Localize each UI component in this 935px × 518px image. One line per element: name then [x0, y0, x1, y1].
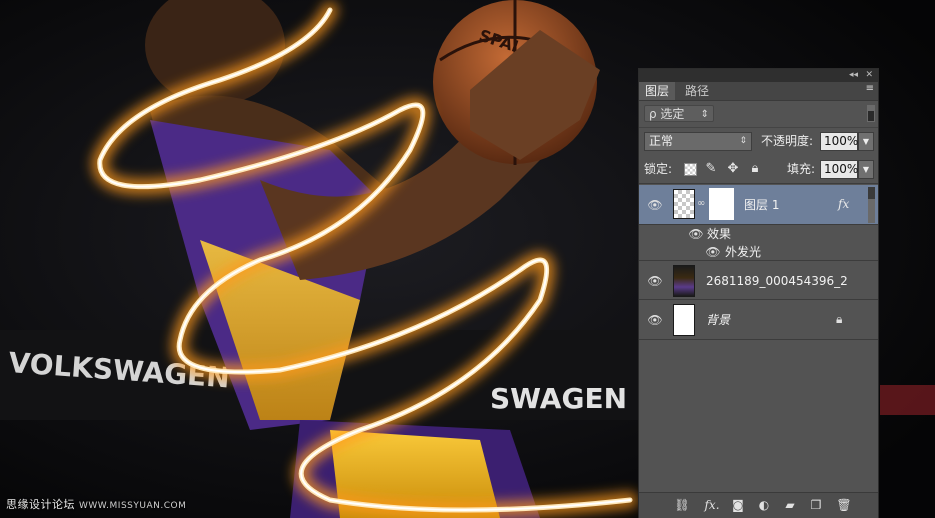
adjustment-icon[interactable]: ◐: [755, 497, 773, 513]
chevron-updown-icon: ⇕: [739, 136, 747, 146]
lock-icon: 🔒︎: [836, 312, 843, 326]
layer-effects-group[interactable]: 👁︎ 效果: [639, 225, 878, 243]
blend-row: 正常 ⇕ 不透明度: 100% ▼: [639, 129, 878, 155]
lock-transparency-icon[interactable]: [684, 163, 697, 176]
watermark-url: WWW.MISSYUAN.COM: [79, 501, 187, 511]
layer-mask-thumbnail[interactable]: [709, 188, 734, 220]
mask-icon[interactable]: ◙: [729, 497, 747, 513]
close-icon[interactable]: ✕: [865, 69, 873, 82]
layer-effect-outer-glow[interactable]: 👁︎ 外发光: [639, 243, 878, 261]
layer-name: 2681189_000454396_2: [706, 274, 848, 288]
tab-layers[interactable]: 图层: [639, 82, 676, 100]
watermark-text: 思缘设计论坛: [6, 498, 75, 511]
opacity-input[interactable]: 100%: [820, 132, 858, 151]
opacity-dropdown-icon[interactable]: ▼: [858, 132, 874, 151]
fx-icon[interactable]: fx: [838, 197, 849, 211]
panel-tabs: 图层 路径 ≡: [639, 82, 878, 101]
outer-glow-label: 外发光: [725, 245, 762, 259]
panel-footer: ⛓︎ fx. ◙ ◐ ▰ ❐ 🗑︎: [639, 492, 878, 518]
filter-kind-label: ρ 选定: [649, 107, 685, 121]
fill-label: 填充:: [787, 162, 816, 176]
link-icon[interactable]: ⛓︎: [673, 497, 691, 513]
lock-row: 锁定: ✎ ✥ 🔒︎ 填充: 100% ▼: [639, 157, 878, 184]
tab-paths[interactable]: 路径: [679, 82, 715, 100]
visibility-eye-icon[interactable]: 👁︎: [647, 314, 663, 326]
layers-panel: ◂◂ ✕ 图层 路径 ≡ ρ 选定 ⇕ 正常 ⇕ 不透明度: 100% ▼ 锁定…: [638, 68, 879, 518]
blend-mode-select[interactable]: 正常 ⇕: [644, 132, 752, 151]
layer-thumbnail: [673, 265, 695, 297]
layer-filter-select[interactable]: ρ 选定 ⇕: [644, 105, 714, 122]
group-folder-icon[interactable]: ▰: [781, 497, 799, 513]
opacity-label: 不透明度:: [761, 134, 814, 148]
link-chain-icon[interactable]: ∞: [697, 198, 705, 209]
effects-label: 效果: [707, 227, 732, 241]
visibility-eye-icon[interactable]: 👁︎: [647, 199, 663, 211]
lock-move-icon[interactable]: ✥: [725, 161, 741, 177]
filter-toggle[interactable]: [867, 105, 875, 122]
filter-row: ρ 选定 ⇕: [639, 101, 878, 128]
fx-icon[interactable]: fx.: [703, 497, 721, 513]
collapse-icon[interactable]: ◂◂: [849, 69, 858, 82]
panel-menu-icon[interactable]: ≡: [866, 83, 874, 94]
lock-brush-icon[interactable]: ✎: [703, 161, 719, 177]
outer-glow-eye-icon[interactable]: 👁︎: [705, 246, 721, 258]
layer-row-layer1[interactable]: 👁︎ ∞ 图层 1 fx: [639, 185, 878, 225]
lock-label: 锁定:: [644, 162, 673, 176]
layer-name: 图层 1: [744, 198, 780, 212]
panel-titlebar[interactable]: ◂◂ ✕: [639, 69, 878, 82]
watermark: 思缘设计论坛 WWW.MISSYUAN.COM: [6, 496, 186, 512]
visibility-eye-icon[interactable]: 👁︎: [647, 275, 663, 287]
lock-all-icon[interactable]: 🔒︎: [747, 161, 763, 177]
fill-dropdown-icon[interactable]: ▼: [858, 160, 874, 179]
trash-icon[interactable]: 🗑︎: [835, 497, 853, 513]
fill-input[interactable]: 100%: [820, 160, 858, 179]
banner-right-text: SWAGEN: [490, 382, 627, 415]
blend-mode-value: 正常: [649, 134, 674, 148]
layer-row-background[interactable]: 👁︎ 背景 🔒︎: [639, 300, 878, 340]
layer-row-photo[interactable]: 👁︎ 2681189_000454396_2: [639, 262, 878, 300]
effects-eye-icon[interactable]: 👁︎: [688, 228, 704, 240]
new-layer-icon[interactable]: ❐: [807, 497, 825, 513]
layer-thumbnail: [673, 189, 695, 219]
layer-thumbnail: [673, 304, 695, 336]
layer-name: 背景: [706, 313, 731, 327]
layers-scrollbar[interactable]: [868, 187, 875, 223]
filter-arrows-icon: ⇕: [700, 109, 709, 120]
